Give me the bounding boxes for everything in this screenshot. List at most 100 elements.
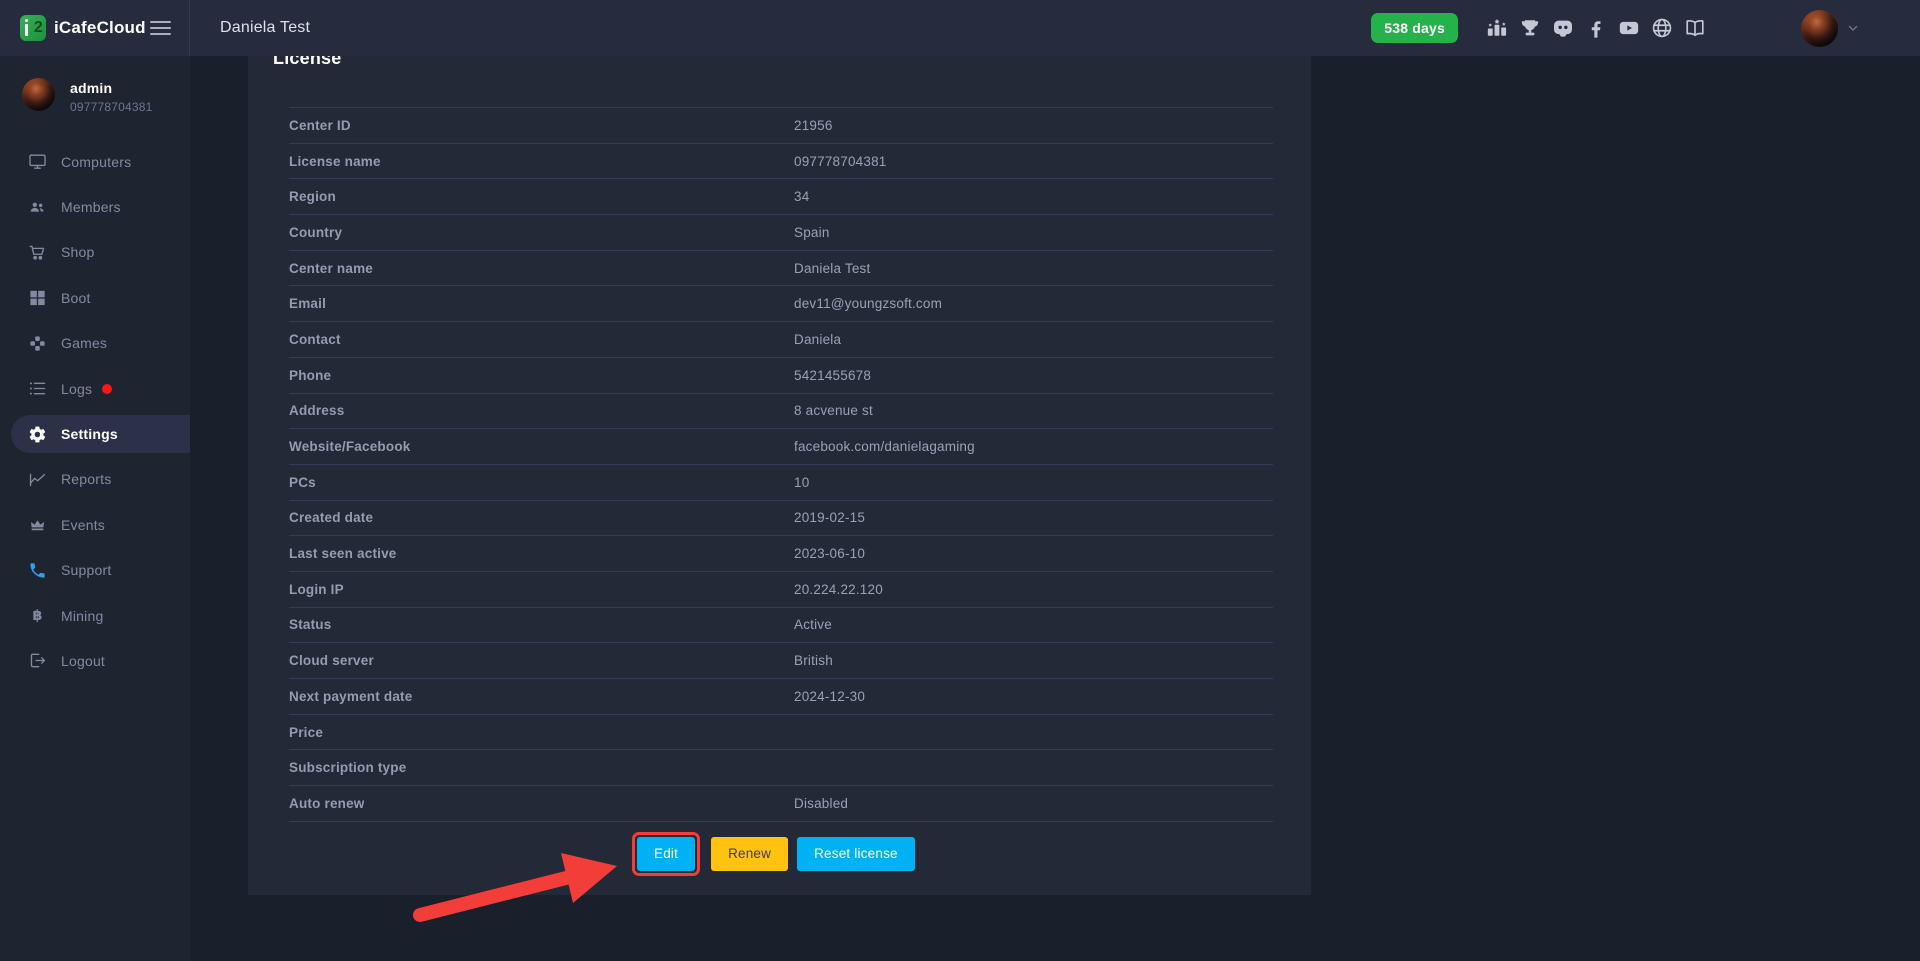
- logo-text: iCafeCloud: [54, 18, 146, 38]
- sidebar-item-logout[interactable]: Logout: [0, 638, 190, 683]
- row-label: Email: [289, 296, 794, 311]
- sidebar-item-boot[interactable]: Boot: [0, 275, 190, 320]
- row-label: Auto renew: [289, 796, 794, 811]
- sidebar-item-settings[interactable]: Settings: [0, 411, 190, 456]
- row-value: British: [794, 653, 833, 668]
- row-value: 8 acvenue st: [794, 403, 873, 418]
- sidebar-item-logs[interactable]: Logs: [0, 366, 190, 411]
- book-icon[interactable]: [1683, 17, 1706, 40]
- sidebar-item-label: Events: [61, 517, 105, 533]
- boot-icon: [27, 288, 47, 308]
- edit-button[interactable]: Edit: [637, 837, 695, 871]
- sidebar: admin 097778704381 Computers Members ShopB…: [0, 56, 190, 961]
- table-row: PCs10: [289, 465, 1273, 501]
- row-value: Daniela: [794, 332, 841, 347]
- table-row: Login IP20.224.22.120: [289, 572, 1273, 608]
- table-row: Center nameDaniela Test: [289, 251, 1273, 287]
- sidebar-item-members[interactable]: Members: [0, 184, 190, 229]
- table-row: Cloud serverBritish: [289, 643, 1273, 679]
- sidebar-item-reports[interactable]: Reports: [0, 457, 190, 502]
- row-value: 2024-12-30: [794, 689, 865, 704]
- row-value: 21956: [794, 118, 833, 133]
- row-label: Region: [289, 189, 794, 204]
- table-row: CountrySpain: [289, 215, 1273, 251]
- sidebar-item-label: Reports: [61, 471, 111, 487]
- profile-info: admin 097778704381: [70, 78, 153, 114]
- page-title: Daniela Test: [220, 19, 310, 37]
- profile-id: 097778704381: [70, 100, 153, 114]
- row-label: Created date: [289, 510, 794, 525]
- row-label: Login IP: [289, 582, 794, 597]
- row-label: Center ID: [289, 118, 794, 133]
- license-buttons: Edit Renew Reset license: [632, 832, 1311, 876]
- reports-icon: [27, 469, 47, 489]
- row-label: Subscription type: [289, 760, 794, 775]
- row-label: PCs: [289, 475, 794, 490]
- profile-block: admin 097778704381: [0, 56, 190, 114]
- shop-icon: [27, 242, 47, 262]
- table-row: Emaildev11@youngzsoft.com: [289, 286, 1273, 322]
- row-label: Center name: [289, 261, 794, 276]
- sidebar-item-support[interactable]: Support: [0, 548, 190, 593]
- table-row: Address8 acvenue st: [289, 394, 1273, 430]
- topbar-icons: [1480, 17, 1711, 40]
- renew-button[interactable]: Renew: [711, 837, 788, 871]
- settings-icon: [27, 424, 47, 444]
- table-row: License name097778704381: [289, 144, 1273, 180]
- sidebar-item-computers[interactable]: Computers: [0, 139, 190, 184]
- row-label: Address: [289, 403, 794, 418]
- facebook-icon[interactable]: [1584, 17, 1607, 40]
- table-row: Center ID21956: [289, 108, 1273, 144]
- sidebar-item-label: Support: [61, 562, 111, 578]
- computers-icon: [27, 152, 47, 172]
- games-icon: [27, 333, 47, 353]
- table-row: Price: [289, 715, 1273, 751]
- sidebar-item-mining[interactable]: ฿Mining: [0, 593, 190, 638]
- license-table: Center ID21956License name097778704381Re…: [289, 107, 1273, 822]
- user-avatar[interactable]: [1801, 10, 1838, 47]
- sidebar-item-label: Logout: [61, 653, 105, 669]
- reset-license-button[interactable]: Reset license: [797, 837, 915, 871]
- license-panel: License Center ID21956License name097778…: [248, 56, 1311, 895]
- table-row: Next payment date2024-12-30: [289, 679, 1273, 715]
- table-row: Website/Facebookfacebook.com/danielagami…: [289, 429, 1273, 465]
- license-heading: License: [273, 56, 1311, 69]
- row-label: Country: [289, 225, 794, 240]
- sidebar-item-label: Settings: [61, 426, 118, 442]
- row-value: 2023-06-10: [794, 546, 865, 561]
- icafecloud-logo-icon: 2: [20, 15, 46, 41]
- profile-avatar[interactable]: [22, 78, 55, 111]
- row-label: Cloud server: [289, 653, 794, 668]
- row-value: 10: [794, 475, 809, 490]
- youtube-icon[interactable]: [1617, 17, 1640, 40]
- table-row: Subscription type: [289, 750, 1273, 786]
- sidebar-item-shop[interactable]: Shop: [0, 230, 190, 275]
- row-value: Daniela Test: [794, 261, 870, 276]
- table-row: Phone5421455678: [289, 358, 1273, 394]
- row-value: 34: [794, 189, 809, 204]
- ranking-icon[interactable]: [1485, 17, 1508, 40]
- sidebar-item-label: Games: [61, 335, 107, 351]
- trophy-icon[interactable]: [1518, 17, 1541, 40]
- logout-icon: [27, 651, 47, 671]
- sidebar-item-events[interactable]: Events: [0, 502, 190, 547]
- table-row: Auto renewDisabled: [289, 786, 1273, 822]
- days-remaining-badge[interactable]: 538 days: [1371, 13, 1458, 43]
- row-label: License name: [289, 154, 794, 169]
- mining-icon: ฿: [27, 606, 47, 626]
- sidebar-item-label: Logs: [61, 381, 92, 397]
- events-icon: [27, 515, 47, 535]
- svg-text:฿: ฿: [32, 608, 42, 624]
- row-label: Last seen active: [289, 546, 794, 561]
- discord-icon[interactable]: [1551, 17, 1574, 40]
- chevron-down-icon[interactable]: [1846, 21, 1860, 35]
- globe-icon[interactable]: [1650, 17, 1673, 40]
- sidebar-item-label: Computers: [61, 154, 131, 170]
- row-label: Contact: [289, 332, 794, 347]
- sidebar-item-games[interactable]: Games: [0, 321, 190, 366]
- hamburger-menu-icon[interactable]: [150, 17, 171, 39]
- sidebar-item-label: Members: [61, 199, 121, 215]
- table-row: Region34: [289, 179, 1273, 215]
- topbar-actions: 538 days: [1371, 10, 1920, 47]
- annotation-highlight-box: Edit: [632, 832, 700, 876]
